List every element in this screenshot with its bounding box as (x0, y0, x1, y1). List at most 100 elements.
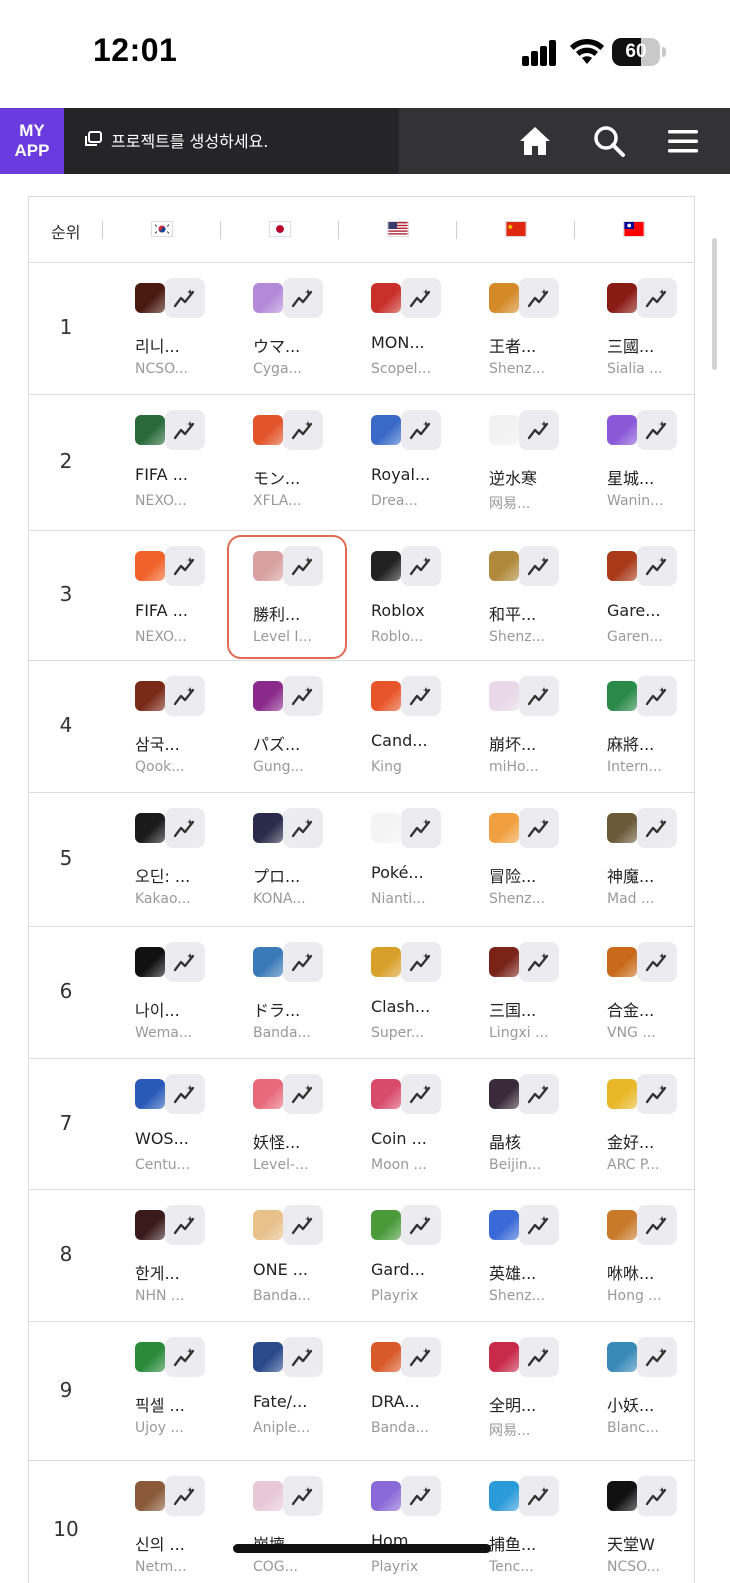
app-cell[interactable]: 金好... ARC P... (607, 1059, 725, 1189)
app-name[interactable]: 픽셀 ... (135, 1392, 185, 1416)
menu-icon[interactable] (666, 124, 700, 158)
app-name[interactable]: Poké... (371, 863, 424, 882)
trend-chart-button[interactable] (637, 278, 677, 318)
scrollbar-thumb[interactable] (712, 238, 717, 370)
trend-chart-button[interactable] (283, 1205, 323, 1245)
home-icon[interactable] (518, 124, 552, 158)
app-cell[interactable]: FIFA ... NEXO... (135, 395, 253, 530)
search-icon[interactable] (592, 124, 626, 158)
app-cell[interactable]: 英雄... Shenz... (489, 1190, 607, 1321)
app-cell[interactable]: 神魔... Mad ... (607, 793, 725, 926)
app-icon[interactable] (607, 1481, 637, 1511)
app-cell[interactable]: モン... XFLA... (253, 395, 371, 530)
trend-chart-button[interactable] (519, 410, 559, 450)
app-name[interactable]: 리니... (135, 333, 180, 357)
app-name[interactable]: 오딘: ... (135, 863, 190, 887)
app-cell[interactable]: 崩坏... miHo... (489, 661, 607, 792)
app-icon[interactable] (489, 1079, 519, 1109)
app-icon[interactable] (135, 813, 165, 843)
trend-chart-button[interactable] (283, 676, 323, 716)
app-icon[interactable] (253, 1079, 283, 1109)
app-name[interactable]: パズ... (253, 731, 300, 755)
app-cell[interactable]: Royal... Drea... (371, 395, 489, 530)
app-icon[interactable] (489, 1481, 519, 1511)
trend-chart-button[interactable] (401, 676, 441, 716)
app-icon[interactable] (135, 1079, 165, 1109)
app-cell[interactable]: Hom... Playrix (371, 1461, 489, 1583)
app-name[interactable]: Coin ... (371, 1129, 427, 1148)
app-icon[interactable] (607, 551, 637, 581)
app-name[interactable]: 崩坏... (489, 731, 536, 755)
app-cell[interactable]: 天堂W NCSO... (607, 1461, 725, 1583)
app-name[interactable]: 신의 ... (135, 1531, 185, 1555)
app-name[interactable]: Cand... (371, 731, 428, 750)
app-cell[interactable]: 三國... Sialia ... (607, 263, 725, 394)
app-icon[interactable] (489, 947, 519, 977)
app-icon[interactable] (371, 947, 401, 977)
app-icon[interactable] (607, 681, 637, 711)
trend-chart-button[interactable] (519, 808, 559, 848)
app-cell[interactable]: パズ... Gung... (253, 661, 371, 792)
app-name[interactable]: FIFA ... (135, 601, 188, 620)
app-cell[interactable]: 逆水寒 网易... (489, 395, 607, 530)
app-cell[interactable]: 全明... 网易... (489, 1322, 607, 1460)
app-name[interactable]: 神魔... (607, 863, 654, 887)
trend-chart-button[interactable] (165, 1476, 205, 1516)
trend-chart-button[interactable] (165, 808, 205, 848)
app-cell[interactable]: 나이... Wema... (135, 927, 253, 1058)
trend-chart-button[interactable] (283, 410, 323, 450)
app-icon[interactable] (253, 813, 283, 843)
app-name[interactable]: 和平... (489, 601, 536, 625)
app-name[interactable]: 捕鱼... (489, 1531, 536, 1555)
app-cell[interactable]: 合金... VNG ... (607, 927, 725, 1058)
app-cell[interactable]: プロ... KONA... (253, 793, 371, 926)
app-cell[interactable]: 麻將... Intern... (607, 661, 725, 792)
app-icon[interactable] (135, 1210, 165, 1240)
trend-chart-button[interactable] (401, 942, 441, 982)
trend-chart-button[interactable] (283, 1074, 323, 1114)
app-name[interactable]: 天堂W (607, 1531, 655, 1555)
trend-chart-button[interactable] (165, 1205, 205, 1245)
trend-chart-button[interactable] (165, 1337, 205, 1377)
app-cell[interactable]: 咻咻... Hong ... (607, 1190, 725, 1321)
trend-chart-button[interactable] (165, 942, 205, 982)
app-name[interactable]: 三國... (607, 333, 654, 357)
app-name[interactable]: 金好... (607, 1129, 654, 1153)
trend-chart-button[interactable] (283, 1476, 323, 1516)
trend-chart-button[interactable] (637, 1337, 677, 1377)
app-cell[interactable]: 신의 ... Netm... (135, 1461, 253, 1583)
app-name[interactable]: モン... (253, 465, 300, 489)
app-icon[interactable] (489, 681, 519, 711)
app-cell[interactable]: Cand... King (371, 661, 489, 792)
app-name[interactable]: プロ... (253, 863, 300, 887)
trend-chart-button[interactable] (401, 546, 441, 586)
app-cell[interactable]: ONE ... Banda... (253, 1190, 371, 1321)
trend-chart-button[interactable] (283, 808, 323, 848)
korea-flag-icon[interactable] (151, 221, 173, 237)
app-name[interactable]: ウマ... (253, 333, 300, 357)
app-cell[interactable]: Poké... Nianti... (371, 793, 489, 926)
app-name[interactable]: 한게... (135, 1260, 180, 1284)
trend-chart-button[interactable] (637, 1205, 677, 1245)
trend-chart-button[interactable] (519, 1205, 559, 1245)
trend-chart-button[interactable] (637, 410, 677, 450)
app-cell[interactable]: ウマ... Cyga... (253, 263, 371, 394)
app-name[interactable]: 妖怪... (253, 1129, 300, 1153)
app-icon[interactable] (607, 813, 637, 843)
app-cell[interactable]: 晶核 Beijin... (489, 1059, 607, 1189)
app-icon[interactable] (253, 1342, 283, 1372)
app-name[interactable]: Royal... (371, 465, 430, 484)
app-cell[interactable]: 捕鱼... Tenc... (489, 1461, 607, 1583)
app-icon[interactable] (607, 1210, 637, 1240)
app-cell[interactable]: MON... Scopel... (371, 263, 489, 394)
trend-chart-button[interactable] (165, 1074, 205, 1114)
china-flag-icon[interactable] (505, 221, 527, 237)
app-name[interactable]: 逆水寒 (489, 465, 537, 489)
app-icon[interactable] (371, 551, 401, 581)
app-name[interactable]: MON... (371, 333, 425, 352)
app-cell[interactable]: ドラ... Banda... (253, 927, 371, 1058)
trend-chart-button[interactable] (637, 1074, 677, 1114)
trend-chart-button[interactable] (283, 1337, 323, 1377)
app-icon[interactable] (371, 1079, 401, 1109)
app-icon[interactable] (135, 551, 165, 581)
